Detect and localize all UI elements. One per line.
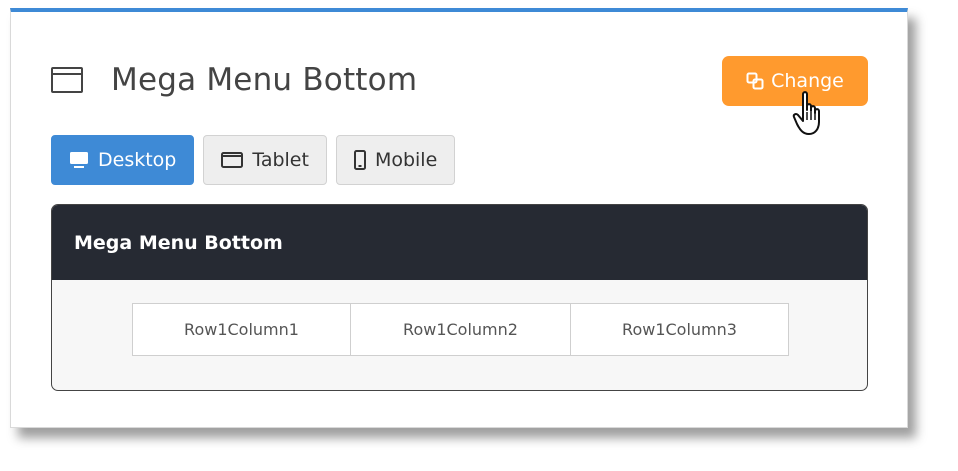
window-icon [51,67,83,93]
title-row: Mega Menu Bottom [51,62,417,98]
tab-tablet[interactable]: Tablet [203,135,327,185]
tab-mobile-label: Mobile [374,149,438,171]
swap-icon [746,72,764,90]
column-cell[interactable]: Row1Column1 [132,303,351,356]
device-tabs: Desktop Tablet Mobile [51,135,456,185]
mega-menu-card: Mega Menu Bottom Change Desktop Tablet M… [10,8,908,428]
change-button-label: Change [771,70,844,92]
tab-desktop[interactable]: Desktop [51,135,195,185]
tab-mobile[interactable]: Mobile [335,135,456,185]
mobile-icon [353,150,366,170]
menu-preview: Mega Menu Bottom Row1Column1 Row1Column2… [51,204,868,391]
tab-desktop-label: Desktop [98,149,177,171]
tablet-icon [221,152,244,168]
hand-cursor-icon [792,91,820,135]
desktop-icon [69,151,89,169]
column-cell[interactable]: Row1Column3 [571,303,789,356]
preview-header: Mega Menu Bottom [52,205,867,280]
preview-columns: Row1Column1 Row1Column2 Row1Column3 [132,303,789,356]
column-cell[interactable]: Row1Column2 [351,303,571,356]
page-title: Mega Menu Bottom [111,62,418,98]
tab-tablet-label: Tablet [252,149,309,171]
